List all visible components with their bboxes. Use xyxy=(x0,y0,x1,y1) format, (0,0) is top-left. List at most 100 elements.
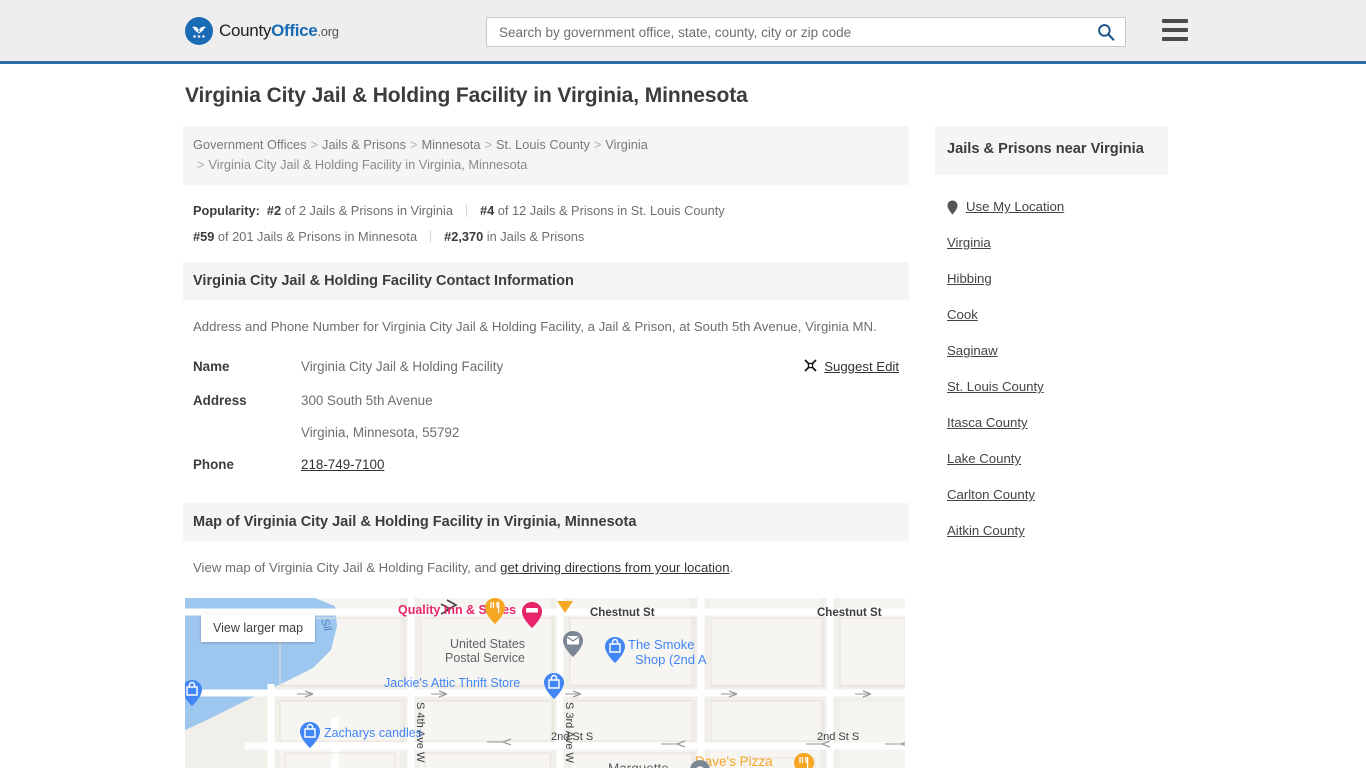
map-embed[interactable]: Sil Chestnut St Chestnut St S 4th Ave W … xyxy=(185,598,905,768)
popularity-row: Popularity: #2 of 2 Jails & Prisons in Vi… xyxy=(183,185,909,262)
breadcrumb-item-virginia[interactable]: Virginia xyxy=(605,137,647,152)
popularity-item-3: #2,370 in Jails & Prisons xyxy=(444,229,584,244)
page-title: Virginia City Jail & Holding Facility in… xyxy=(185,84,748,107)
svg-text:Postal Service: Postal Service xyxy=(445,651,525,665)
search-area xyxy=(486,17,1188,47)
sidebar-link-itasca-county[interactable]: Itasca County xyxy=(947,405,1028,441)
eagle-seal-icon xyxy=(185,16,213,45)
page-body: Virginia City Jail & Holding Facility in… xyxy=(183,64,1183,768)
popularity-text-1: of 12 Jails & Prisons in St. Louis Count… xyxy=(497,203,725,218)
map-pin-icon xyxy=(947,200,958,215)
sidebar-item-aitkin-county[interactable]: Aitkin County xyxy=(947,513,1156,549)
table-row: Address 300 South 5th Avenue xyxy=(183,385,909,417)
contact-section-heading: Virginia City Jail & Holding Facility Co… xyxy=(183,262,909,300)
breadcrumb-separator: > xyxy=(197,157,205,172)
breadcrumb-item-jails-prisons[interactable]: Jails & Prisons xyxy=(322,137,406,152)
table-row: Virginia, Minnesota, 55792 xyxy=(183,417,909,449)
sidebar-item-saginaw[interactable]: Saginaw xyxy=(947,333,1156,369)
popularity-text-0: of 2 Jails & Prisons in Virginia xyxy=(284,203,453,218)
sidebar-link-virginia[interactable]: Virginia xyxy=(947,225,991,261)
svg-text:The Smoke: The Smoke xyxy=(628,637,694,652)
table-row: Phone 218-749-7100 xyxy=(183,449,909,481)
breadcrumb-separator: > xyxy=(310,137,319,152)
contact-value-name: Virginia City Jail & Holding Facility xyxy=(301,359,504,374)
popularity-item-2: #59 of 201 Jails & Prisons in Minnesota xyxy=(193,229,417,244)
view-larger-map-button[interactable]: View larger map xyxy=(201,614,316,642)
map-section-heading: Map of Virginia City Jail & Holding Faci… xyxy=(183,503,909,541)
site-header: CountyOffice.org xyxy=(0,0,1366,64)
popularity-rank-2: #59 xyxy=(193,229,215,244)
svg-text:Shop (2nd A: Shop (2nd A xyxy=(635,652,707,667)
popularity-rank-3: #2,370 xyxy=(444,229,484,244)
popularity-text-3: in Jails & Prisons xyxy=(486,229,585,244)
popularity-divider xyxy=(465,204,467,217)
breadcrumb-item-minnesota[interactable]: Minnesota xyxy=(421,137,480,152)
suggest-edit-cell: Suggest Edit xyxy=(739,351,909,385)
breadcrumb-separator: > xyxy=(409,137,418,152)
edit-pen-icon xyxy=(803,358,818,380)
sidebar-link-aitkin-county[interactable]: Aitkin County xyxy=(947,513,1025,549)
svg-text:Marquette: Marquette xyxy=(608,761,669,768)
main-column: Government Offices > Jails & Prisons > Minne… xyxy=(183,126,909,768)
sidebar-item-st-louis-county[interactable]: St. Louis County xyxy=(947,369,1156,405)
popularity-text-2: of 201 Jails & Prisons in Minnesota xyxy=(217,229,418,244)
popularity-label: Popularity: xyxy=(193,203,260,218)
contact-label-blank xyxy=(183,417,291,449)
popularity-divider xyxy=(430,230,432,243)
sidebar-item-virginia[interactable]: Virginia xyxy=(947,225,1156,261)
popularity-rank-0: #2 xyxy=(266,203,282,218)
map-description: View map of Virginia City Jail & Holding… xyxy=(183,541,903,584)
sidebar-link-hibbing[interactable]: Hibbing xyxy=(947,261,992,297)
popularity-item-0: #2 of 2 Jails & Prisons in Virginia xyxy=(267,203,453,218)
map-street-chestnut-e: Chestnut St xyxy=(817,607,882,619)
sidebar-item-lake-county[interactable]: Lake County xyxy=(947,441,1156,477)
map-street-2nd-w: 2nd St S xyxy=(551,731,593,743)
sidebar-link-lake-county[interactable]: Lake County xyxy=(947,441,1021,477)
suggest-edit-link[interactable]: Suggest Edit xyxy=(824,359,899,374)
logo-text-county: County xyxy=(219,20,272,40)
search-icon[interactable] xyxy=(1095,23,1117,41)
sidebar-link-carlton-county[interactable]: Carlton County xyxy=(947,477,1035,513)
breadcrumb-separator: > xyxy=(593,137,602,152)
search-box[interactable] xyxy=(486,17,1126,47)
empty-cell xyxy=(739,417,909,449)
sidebar-link-cook[interactable]: Cook xyxy=(947,297,978,333)
breadcrumb-current: Virginia City Jail & Holding Facility in… xyxy=(208,157,528,172)
svg-text:United States: United States xyxy=(450,637,525,651)
sidebar-item-use-my-location[interactable]: Use My Location xyxy=(947,189,1156,225)
empty-cell xyxy=(739,449,909,481)
empty-cell xyxy=(739,385,909,417)
map-street-2nd-e: 2nd St S xyxy=(817,731,859,743)
sidebar-item-itasca-county[interactable]: Itasca County xyxy=(947,405,1156,441)
sidebar-item-carlton-county[interactable]: Carlton County xyxy=(947,477,1156,513)
breadcrumb-separator: > xyxy=(484,137,492,152)
popularity-rank-1: #4 xyxy=(479,203,495,218)
logo-text-org: .org xyxy=(317,23,339,39)
map-description-suffix: . xyxy=(729,560,734,575)
sidebar-use-my-location-link[interactable]: Use My Location xyxy=(966,189,1064,225)
driving-directions-link[interactable]: get driving directions from your locatio… xyxy=(500,560,729,575)
breadcrumb-item-st-louis-county[interactable]: St. Louis County xyxy=(496,137,590,152)
contact-description: Address and Phone Number for Virginia Ci… xyxy=(193,319,877,334)
breadcrumb-item-government-offices[interactable]: Government Offices xyxy=(193,137,307,152)
site-logo[interactable]: CountyOffice.org xyxy=(185,16,339,45)
popularity-item-1: #4 of 12 Jails & Prisons in St. Louis Co… xyxy=(480,203,725,218)
contact-label-name: Name xyxy=(193,359,230,374)
sidebar-link-saginaw[interactable]: Saginaw xyxy=(947,333,998,369)
logo-text-office: Office xyxy=(271,20,318,40)
sidebar-link-st-louis-county[interactable]: St. Louis County xyxy=(947,369,1044,405)
contact-table: Name Virginia City Jail & Holding Facili… xyxy=(183,351,909,481)
sidebar: Jails & Prisons near Virginia Use My Loc… xyxy=(935,126,1168,549)
sidebar-item-hibbing[interactable]: Hibbing xyxy=(947,261,1156,297)
hamburger-menu-icon[interactable] xyxy=(1162,19,1188,41)
contact-value-phone-cell: 218-749-7100 xyxy=(291,449,739,481)
map-street-chestnut-w: Chestnut St xyxy=(590,607,655,619)
logo-wordmark: CountyOffice.org xyxy=(219,21,339,41)
map-description-prefix: View map of Virginia City Jail & Holding… xyxy=(193,560,501,575)
contact-value-address-line1: 300 South 5th Avenue xyxy=(301,393,433,408)
search-input[interactable] xyxy=(497,19,1095,45)
contact-value-address-line2: Virginia, Minnesota, 55792 xyxy=(301,425,460,440)
sidebar-heading: Jails & Prisons near Virginia xyxy=(935,126,1168,175)
phone-link[interactable]: 218-749-7100 xyxy=(301,457,384,472)
sidebar-item-cook[interactable]: Cook xyxy=(947,297,1156,333)
